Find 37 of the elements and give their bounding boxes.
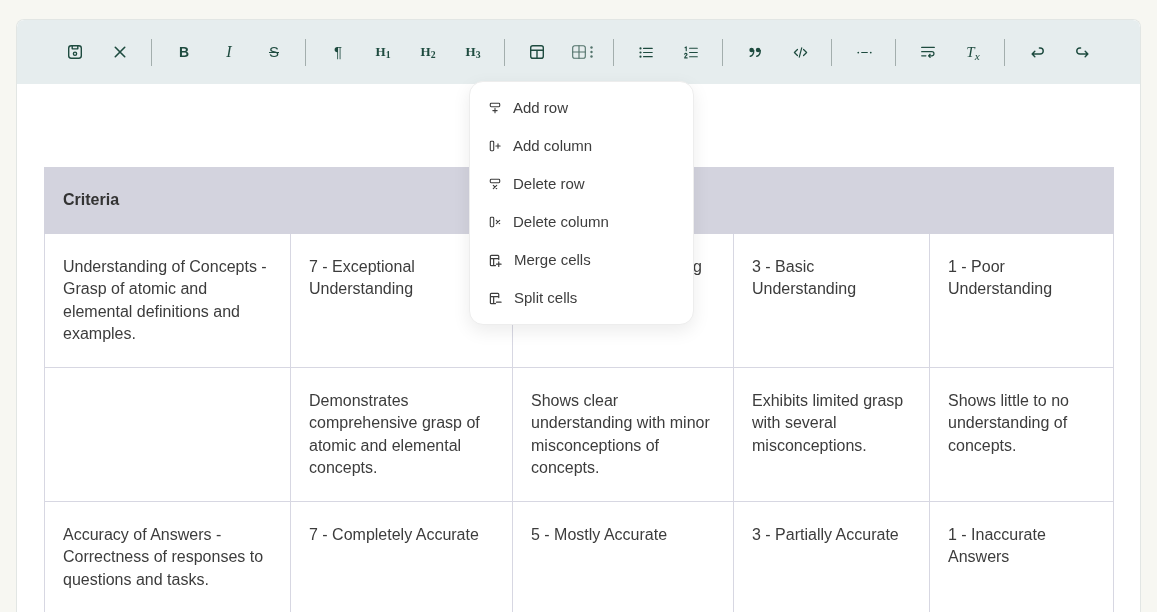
paragraph-button[interactable]: ¶ xyxy=(322,36,354,68)
split-cells-icon xyxy=(489,291,502,305)
table-cell: Exhibits limited grasp with several misconceptions. xyxy=(733,367,930,501)
bold-button[interactable]: B xyxy=(168,36,200,68)
heading-button[interactable]: H$_{3}$ xyxy=(457,36,489,68)
table-cell: 1 - Poor Understanding xyxy=(929,233,1114,367)
table-cell: Understanding of Concepts - Grasp of atomic and elemental definitions and examples. xyxy=(44,233,291,367)
vertical-dots-icon xyxy=(589,46,593,58)
bullet-list-icon xyxy=(639,46,653,58)
wrap-text-icon xyxy=(921,46,935,58)
table-grid-icon xyxy=(571,45,586,59)
table-cell: 3 - Basic Understanding xyxy=(733,233,930,367)
table-cell: Shows clear understanding with minor misconceptions of concepts. xyxy=(512,367,734,501)
menu-item[interactable]: Delete row xyxy=(470,165,693,203)
delete-row-icon xyxy=(489,178,501,190)
numbered-list-icon xyxy=(684,45,698,59)
undo-icon xyxy=(1030,46,1044,58)
menu-item[interactable]: Add row xyxy=(470,89,693,127)
add-column-icon xyxy=(489,140,501,152)
table-cell: Demonstrates comprehensive grasp of atomic and elemental concepts. xyxy=(290,367,513,501)
add-row-icon xyxy=(489,102,501,114)
merge-cells-icon xyxy=(489,253,502,267)
clear-format-button[interactable]: T$_{x}$ xyxy=(957,36,989,68)
close-icon xyxy=(114,46,126,58)
redo-icon xyxy=(1075,46,1089,58)
menu-item[interactable]: Add column xyxy=(470,127,693,165)
quote-icon xyxy=(748,47,762,57)
heading-button[interactable]: H$_{2}$ xyxy=(412,36,444,68)
code-icon xyxy=(792,46,808,58)
heading-button[interactable]: H$_{1}$ xyxy=(367,36,399,68)
table-cell: Accuracy of Answers - Correctness of responses to questions and tasks. xyxy=(44,501,291,612)
delete-column-icon xyxy=(489,216,501,228)
table-icon xyxy=(530,45,544,59)
horizontal-rule-icon xyxy=(856,50,872,54)
italic-button[interactable]: I xyxy=(213,36,245,68)
strikethrough-button[interactable]: S xyxy=(258,36,290,68)
table-cell: Shows little to no understanding of concepts. xyxy=(929,367,1114,501)
